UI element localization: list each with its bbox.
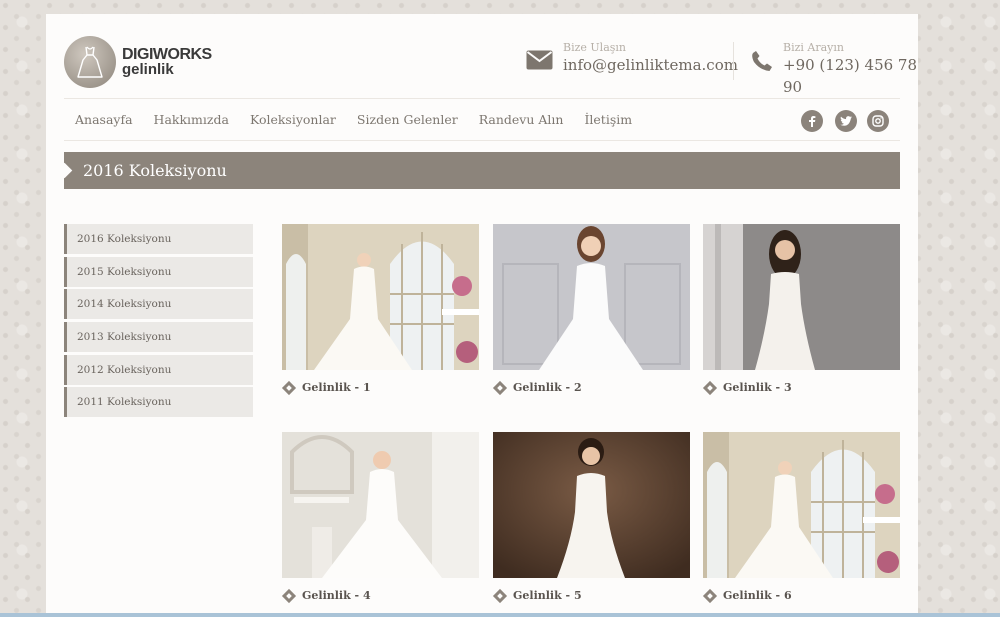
diamond-icon [702, 380, 718, 395]
dress-photo[interactable] [703, 224, 900, 370]
diamond-icon [492, 588, 508, 603]
diamond-icon [492, 380, 508, 395]
gallery-item[interactable]: Gelinlik - 6 [702, 432, 900, 603]
window-bottom-edge [0, 613, 1000, 617]
phone-icon [751, 50, 773, 76]
contact-mail: Bize Ulaşın info@gelinliktema.com [526, 42, 738, 76]
gallery-caption[interactable]: Gelinlik - 1 [302, 381, 371, 394]
gallery-item[interactable]: Gelinlik - 4 [281, 432, 479, 603]
diamond-icon [281, 588, 297, 603]
envelope-icon [526, 50, 553, 74]
page-title: 2016 Koleksiyonu [83, 161, 227, 180]
page-container: DIGIWORKS gelinlik Bize Ulaşın info@geli… [46, 14, 918, 617]
sidebar-item-2012[interactable]: 2012 Koleksiyonu [64, 354, 253, 385]
contact-phone: Bizi Arayın +90 (123) 456 78 90 [751, 42, 918, 98]
diamond-icon [702, 588, 718, 603]
gallery-caption[interactable]: Gelinlik - 2 [513, 381, 582, 394]
instagram-icon[interactable] [867, 110, 889, 132]
dress-photo[interactable] [493, 224, 690, 370]
dress-photo[interactable] [282, 432, 479, 578]
nav-item-anasayfa[interactable]: Anasayfa [75, 112, 133, 127]
diamond-icon [281, 380, 297, 395]
diamond-icon [56, 162, 73, 179]
dress-photo[interactable] [703, 432, 900, 578]
gallery-item[interactable]: Gelinlik - 1 [281, 224, 479, 395]
dress-logo-icon [64, 36, 116, 88]
phone-value[interactable]: +90 (123) 456 78 90 [783, 54, 918, 98]
nav-item-koleksiyonlar[interactable]: Koleksiyonlar [250, 112, 336, 127]
nav-item-sizden-gelenler[interactable]: Sizden Gelenler [357, 112, 458, 127]
nav-item-hakkimizda[interactable]: Hakkımızda [154, 112, 229, 127]
mail-label: Bize Ulaşın [563, 41, 626, 54]
header-rule-bottom [64, 140, 900, 141]
mail-value[interactable]: info@gelinliktema.com [563, 54, 738, 76]
facebook-icon[interactable] [801, 110, 823, 132]
dress-photo[interactable] [493, 432, 690, 578]
header-divider [733, 42, 734, 80]
sidebar-item-2011[interactable]: 2011 Koleksiyonu [64, 387, 253, 418]
page-title-bar: 2016 Koleksiyonu [56, 152, 900, 189]
sidebar-item-2015[interactable]: 2015 Koleksiyonu [64, 256, 253, 287]
twitter-icon[interactable] [835, 110, 857, 132]
phone-label: Bizi Arayın [783, 41, 844, 54]
dress-photo[interactable] [282, 224, 479, 370]
sidebar-item-2014[interactable]: 2014 Koleksiyonu [64, 289, 253, 320]
gallery-item[interactable]: Gelinlik - 5 [492, 432, 690, 603]
gallery-caption[interactable]: Gelinlik - 5 [513, 589, 582, 602]
gallery-caption[interactable]: Gelinlik - 3 [723, 381, 792, 394]
logo-brand-name: DIGIWORKS [122, 46, 212, 63]
nav-item-randevu-alin[interactable]: Randevu Alın [479, 112, 564, 127]
site-logo[interactable]: DIGIWORKS gelinlik [64, 36, 212, 88]
main-nav: Anasayfa Hakkımızda Koleksiyonlar Sizden… [75, 112, 653, 127]
logo-brand-sub: gelinlik [122, 61, 174, 78]
gallery-caption[interactable]: Gelinlik - 6 [723, 589, 792, 602]
gallery-item[interactable]: Gelinlik - 3 [702, 224, 900, 395]
gallery-caption[interactable]: Gelinlik - 4 [302, 589, 371, 602]
gallery-item[interactable]: Gelinlik - 2 [492, 224, 690, 395]
collection-sidebar: 2016 Koleksiyonu 2015 Koleksiyonu 2014 K… [64, 224, 253, 420]
sidebar-item-2016[interactable]: 2016 Koleksiyonu [64, 224, 253, 254]
sidebar-item-2013[interactable]: 2013 Koleksiyonu [64, 322, 253, 353]
nav-item-iletisim[interactable]: İletişim [584, 112, 632, 127]
header-rule-top [64, 98, 900, 99]
